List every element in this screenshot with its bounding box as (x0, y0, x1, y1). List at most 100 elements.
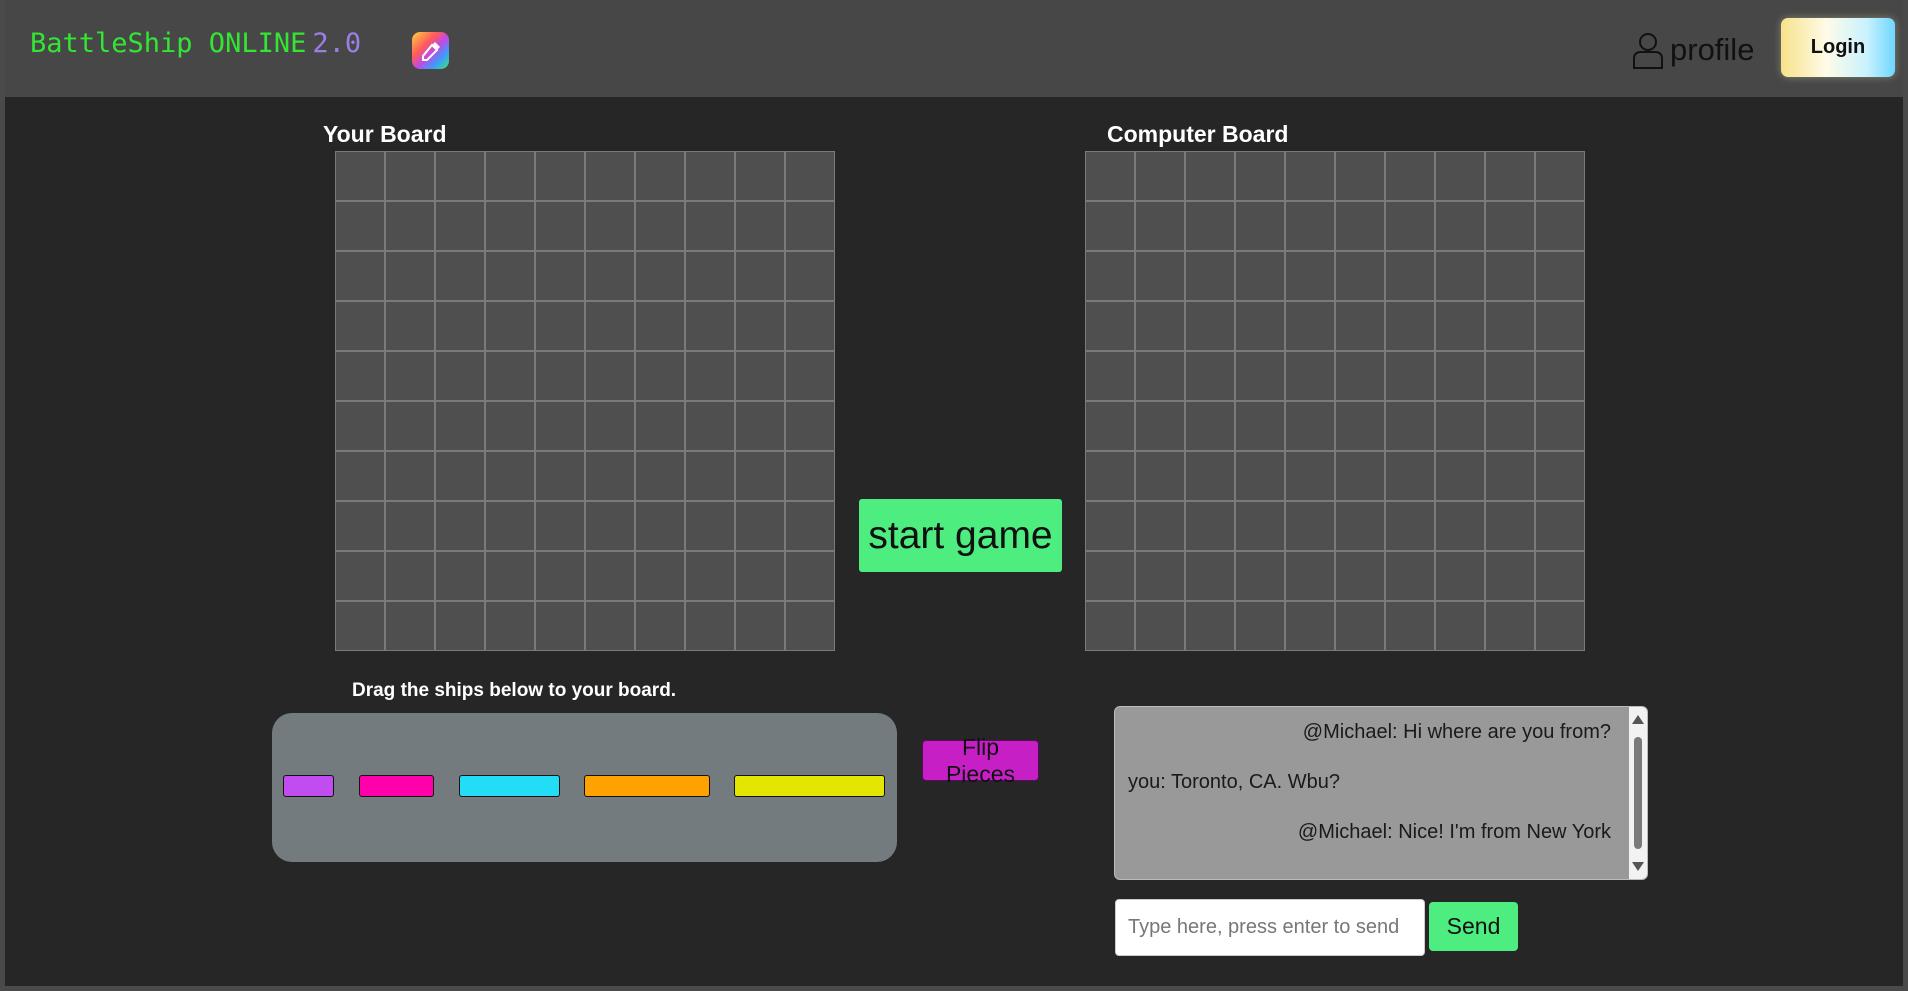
board-cell[interactable] (1335, 251, 1385, 301)
board-cell[interactable] (1435, 301, 1485, 351)
board-cell[interactable] (1135, 201, 1185, 251)
chat-scrollbar[interactable] (1629, 707, 1647, 879)
board-cell[interactable] (1085, 251, 1135, 301)
board-cell[interactable] (785, 251, 835, 301)
board-cell[interactable] (685, 501, 735, 551)
player-board[interactable] (335, 151, 835, 651)
board-cell[interactable] (385, 201, 435, 251)
board-cell[interactable] (1335, 451, 1385, 501)
board-cell[interactable] (1135, 501, 1185, 551)
send-button[interactable]: Send (1429, 902, 1518, 951)
board-cell[interactable] (435, 301, 485, 351)
board-cell[interactable] (1285, 501, 1335, 551)
board-cell[interactable] (435, 451, 485, 501)
board-cell[interactable] (735, 301, 785, 351)
board-cell[interactable] (685, 551, 735, 601)
board-cell[interactable] (1285, 551, 1335, 601)
board-cell[interactable] (1385, 601, 1435, 651)
board-cell[interactable] (1385, 201, 1435, 251)
board-cell[interactable] (535, 451, 585, 501)
board-cell[interactable] (735, 551, 785, 601)
board-cell[interactable] (785, 301, 835, 351)
board-cell[interactable] (785, 201, 835, 251)
color-picker-icon[interactable] (412, 32, 449, 69)
board-cell[interactable] (1535, 601, 1585, 651)
board-cell[interactable] (1235, 251, 1285, 301)
board-cell[interactable] (635, 251, 685, 301)
board-cell[interactable] (1535, 501, 1585, 551)
board-cell[interactable] (1335, 601, 1385, 651)
board-cell[interactable] (635, 151, 685, 201)
board-cell[interactable] (1135, 351, 1185, 401)
board-cell[interactable] (1085, 351, 1135, 401)
board-cell[interactable] (1185, 451, 1235, 501)
ship-carrier[interactable] (734, 775, 885, 797)
board-cell[interactable] (685, 351, 735, 401)
board-cell[interactable] (535, 501, 585, 551)
board-cell[interactable] (1085, 451, 1135, 501)
board-cell[interactable] (585, 351, 635, 401)
board-cell[interactable] (1085, 601, 1135, 651)
board-cell[interactable] (585, 401, 635, 451)
board-cell[interactable] (1135, 301, 1185, 351)
board-cell[interactable] (735, 351, 785, 401)
board-cell[interactable] (585, 601, 635, 651)
board-cell[interactable] (635, 451, 685, 501)
ship-submarine[interactable] (359, 775, 434, 797)
chat-log[interactable]: @Michael: Hi where are you from? you: Tor… (1114, 706, 1648, 880)
board-cell[interactable] (735, 151, 785, 201)
board-cell[interactable] (785, 351, 835, 401)
board-cell[interactable] (335, 551, 385, 601)
board-cell[interactable] (335, 301, 385, 351)
board-cell[interactable] (1335, 351, 1385, 401)
board-cell[interactable] (735, 601, 785, 651)
board-cell[interactable] (1435, 401, 1485, 451)
board-cell[interactable] (1335, 201, 1385, 251)
board-cell[interactable] (685, 201, 735, 251)
board-cell[interactable] (385, 251, 435, 301)
board-cell[interactable] (385, 351, 435, 401)
board-cell[interactable] (1535, 151, 1585, 201)
board-cell[interactable] (735, 201, 785, 251)
board-cell[interactable] (385, 401, 435, 451)
board-cell[interactable] (635, 401, 685, 451)
board-cell[interactable] (635, 301, 685, 351)
board-cell[interactable] (1135, 401, 1185, 451)
board-cell[interactable] (635, 551, 685, 601)
board-cell[interactable] (585, 151, 635, 201)
board-cell[interactable] (1535, 351, 1585, 401)
board-cell[interactable] (535, 351, 585, 401)
board-cell[interactable] (1235, 401, 1285, 451)
board-cell[interactable] (585, 201, 635, 251)
board-cell[interactable] (1535, 451, 1585, 501)
board-cell[interactable] (1185, 601, 1235, 651)
board-cell[interactable] (1135, 251, 1185, 301)
board-cell[interactable] (685, 151, 735, 201)
board-cell[interactable] (535, 301, 585, 351)
board-cell[interactable] (385, 601, 435, 651)
board-cell[interactable] (1285, 151, 1335, 201)
board-cell[interactable] (1435, 251, 1485, 301)
ship-battleship[interactable] (584, 775, 710, 797)
board-cell[interactable] (1235, 451, 1285, 501)
computer-board[interactable] (1085, 151, 1585, 651)
board-cell[interactable] (785, 551, 835, 601)
board-cell[interactable] (1435, 601, 1485, 651)
board-cell[interactable] (1285, 451, 1335, 501)
board-cell[interactable] (1385, 151, 1435, 201)
board-cell[interactable] (485, 501, 535, 551)
board-cell[interactable] (1285, 201, 1335, 251)
board-cell[interactable] (535, 251, 585, 301)
board-cell[interactable] (1535, 401, 1585, 451)
board-cell[interactable] (785, 151, 835, 201)
board-cell[interactable] (1235, 351, 1285, 401)
ship-cruiser[interactable] (459, 775, 560, 797)
board-cell[interactable] (335, 351, 385, 401)
board-cell[interactable] (785, 501, 835, 551)
board-cell[interactable] (635, 201, 685, 251)
board-cell[interactable] (685, 401, 735, 451)
board-cell[interactable] (1335, 301, 1385, 351)
board-cell[interactable] (1385, 351, 1435, 401)
board-cell[interactable] (1185, 351, 1235, 401)
board-cell[interactable] (1185, 551, 1235, 601)
